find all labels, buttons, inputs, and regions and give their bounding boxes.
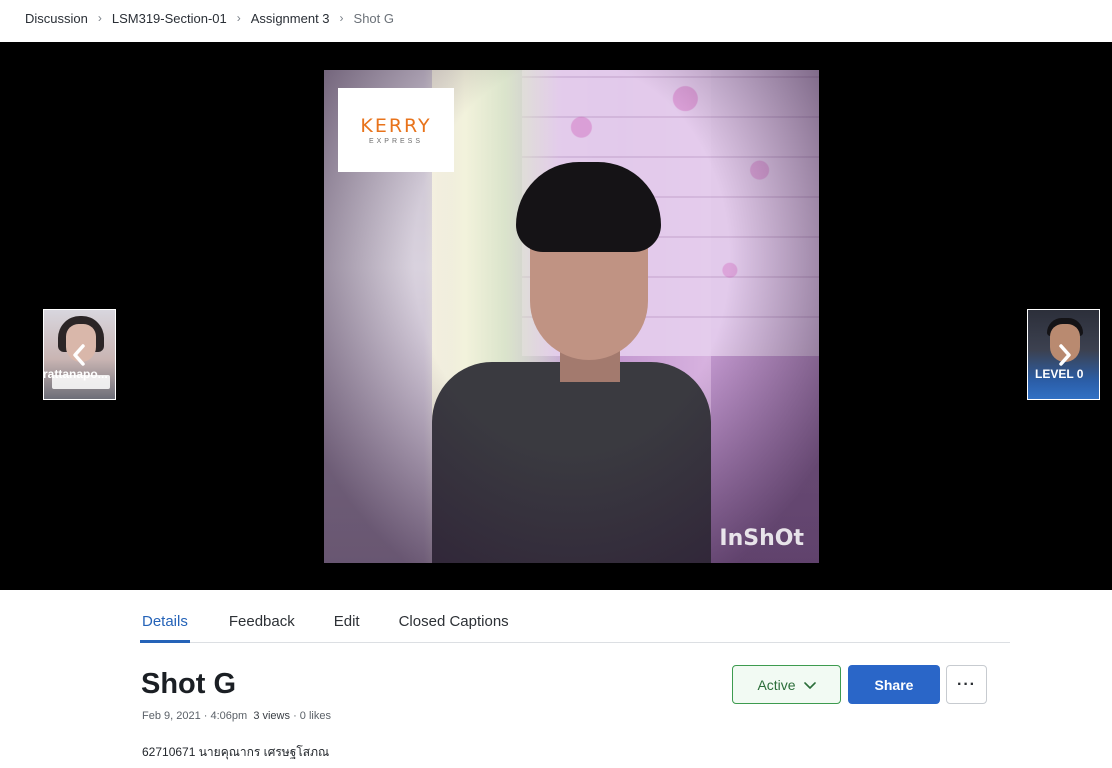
tab-details[interactable]: Details — [140, 600, 190, 643]
chevron-down-icon — [803, 677, 816, 693]
page-title: Shot G — [141, 668, 237, 700]
previous-video-thumbnail[interactable] — [43, 309, 116, 400]
share-button[interactable]: Share — [848, 665, 940, 704]
breadcrumb-assignment[interactable]: Assignment 3 — [251, 11, 330, 26]
inshot-watermark: InShOt — [719, 526, 804, 551]
tab-feedback[interactable]: Feedback — [229, 600, 295, 643]
logo-text: KERRY — [360, 115, 432, 137]
chevron-right-icon[interactable] — [1049, 340, 1079, 370]
video-description: 62710671 นายคุณากร เศรษฐโสภณ — [142, 745, 330, 759]
chevron-right-icon: › — [236, 11, 241, 25]
tab-closed-captions[interactable]: Closed Captions — [399, 600, 509, 643]
kerry-express-logo: KERRY EXPRESS — [338, 88, 454, 172]
logo-subtext: EXPRESS — [368, 138, 424, 145]
status-label: Active — [757, 676, 796, 693]
breadcrumb-current: Shot G — [353, 10, 394, 26]
detail-tabs: Details Feedback Edit Closed Captions — [140, 600, 1010, 643]
status-dropdown-button[interactable]: Active — [732, 665, 841, 704]
video-player[interactable]: KERRY EXPRESS InShOt — [324, 70, 819, 563]
tab-edit[interactable]: Edit — [334, 600, 360, 643]
previous-video-label[interactable]: rattanapo... — [43, 367, 123, 381]
next-video-thumbnail[interactable] — [1027, 309, 1100, 400]
breadcrumb-discussion[interactable]: Discussion — [25, 11, 88, 26]
chevron-right-icon: › — [97, 11, 102, 25]
more-options-button[interactable]: ··· — [946, 665, 987, 704]
chevron-right-icon: › — [339, 11, 344, 25]
video-meta: Feb 9, 2021 · 4:06pm 3 views · 0 likes — [142, 710, 331, 722]
like-count: · 0 likes — [293, 710, 331, 722]
view-count: 3 views — [253, 710, 290, 722]
breadcrumb: Discussion › LSM319-Section-01 › Assignm… — [25, 9, 394, 27]
upload-date: Feb 9, 2021 · 4:06pm — [142, 710, 248, 722]
more-horizontal-icon: ··· — [957, 675, 976, 693]
video-stage: KERRY EXPRESS InShOt rattanapo... LEVEL … — [0, 42, 1112, 590]
breadcrumb-course[interactable]: LSM319-Section-01 — [112, 11, 227, 26]
next-video-label[interactable]: LEVEL 0 — [1035, 367, 1083, 381]
chevron-left-icon[interactable] — [65, 340, 95, 370]
